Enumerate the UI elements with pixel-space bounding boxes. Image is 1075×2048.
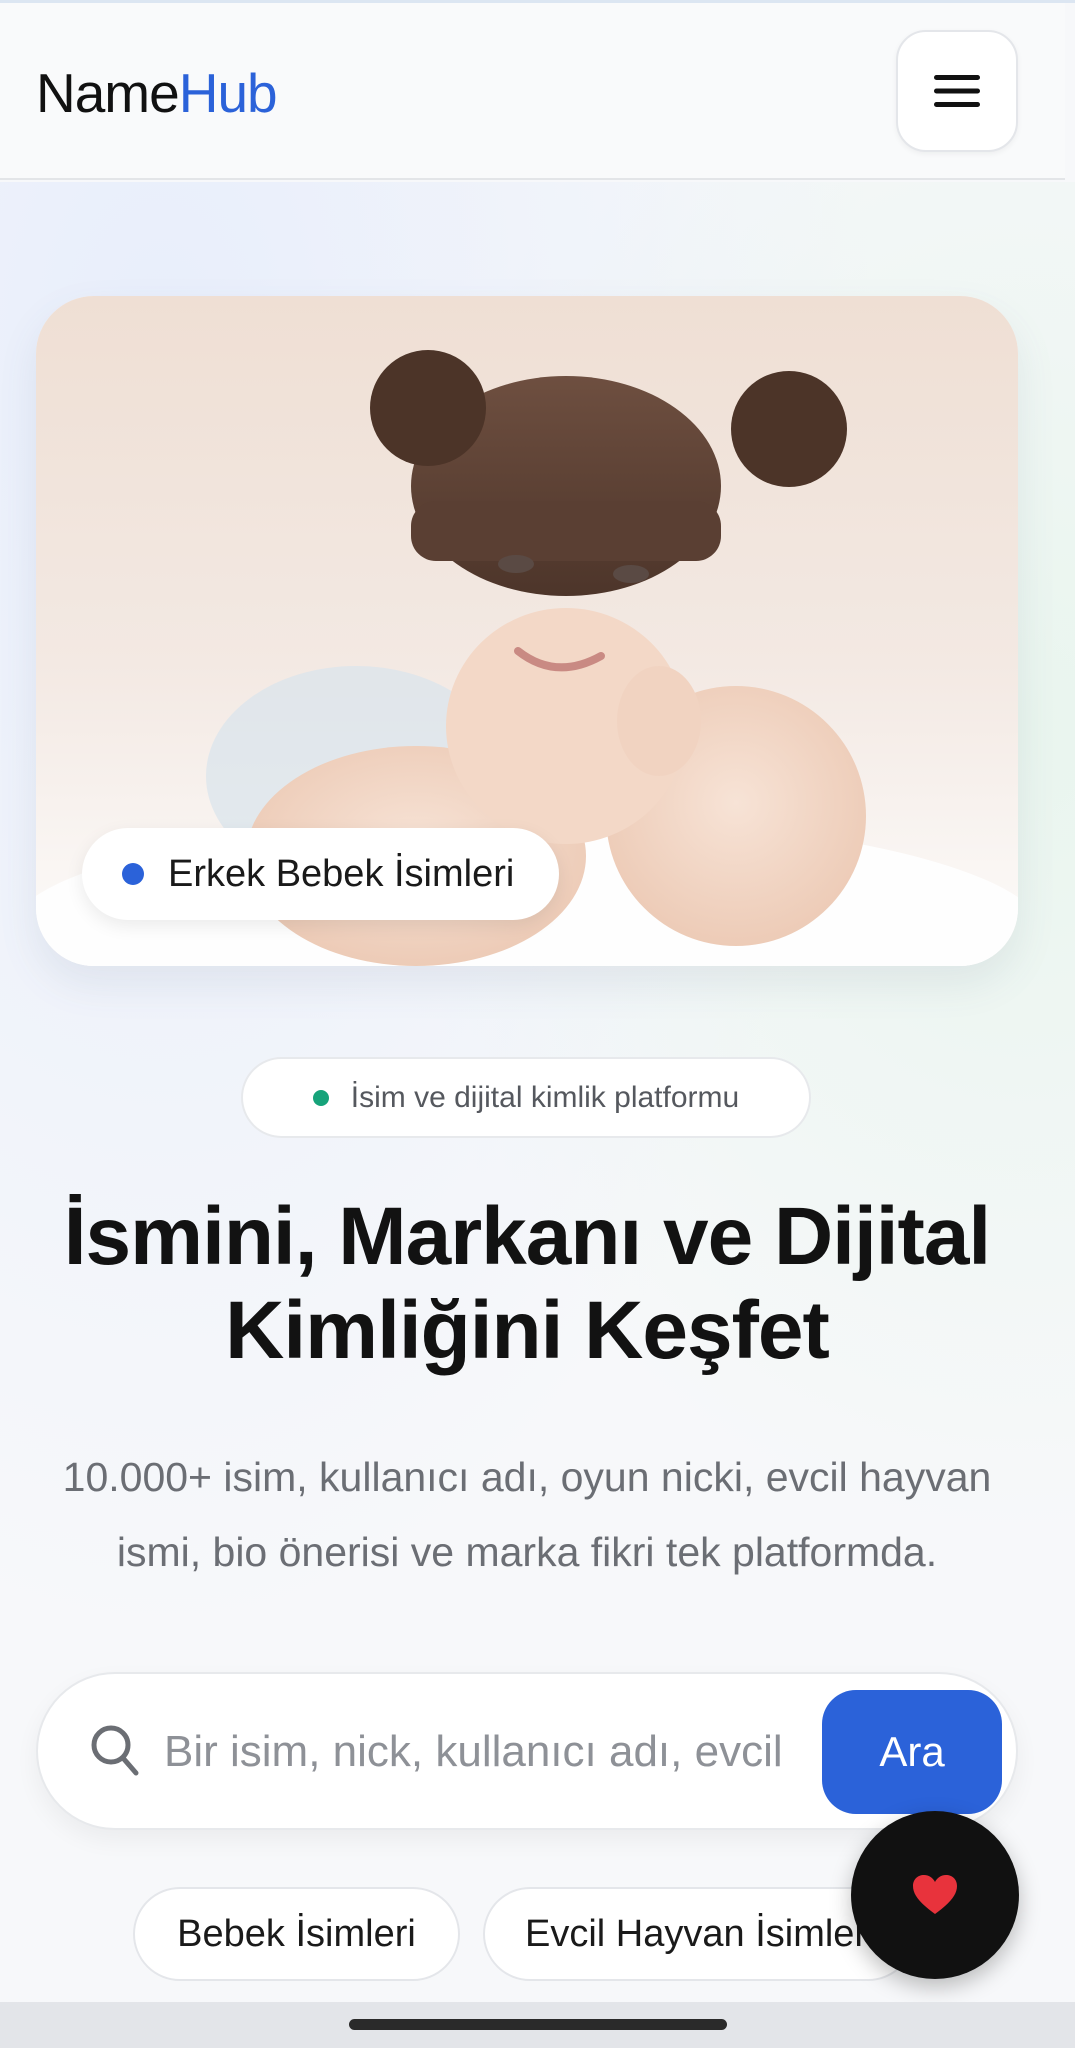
navbar: NameHub <box>0 3 1065 180</box>
badge-dot <box>122 863 144 885</box>
hero-subtitle: 10.000+ isim, kullanıcı adı, oyun nicki,… <box>62 1454 992 1575</box>
chip-baby-names[interactable]: Bebek İsimleri <box>133 1887 460 1981</box>
page-title: İsmini, Markanı ve Dijital Kimliğini Keş… <box>36 1190 1018 1378</box>
home-indicator[interactable] <box>349 2019 727 2030</box>
logo-part-hub: Hub <box>178 62 278 124</box>
status-dot <box>312 1089 329 1106</box>
search-input[interactable] <box>164 1714 804 1790</box>
menu-button[interactable] <box>896 30 1018 152</box>
platform-tag-label: İsim ve dijital kimlik platformu <box>350 1080 740 1114</box>
chip-pet-names[interactable]: Evcil Hayvan İsimleri <box>483 1887 915 1981</box>
title-line-1: İsmini, Markanı ve Dijital <box>63 1191 991 1282</box>
badge-label: Erkek Bebek İsimleri <box>168 852 515 895</box>
logo[interactable]: NameHub <box>36 61 278 125</box>
platform-tag: İsim ve dijital kimlik platformu <box>241 1057 811 1138</box>
title-line-2: Kimliğini Keşfet <box>225 1285 830 1376</box>
search-button[interactable]: Ara <box>822 1690 1002 1814</box>
logo-part-name: Name <box>36 62 180 124</box>
search-icon <box>91 1725 139 1776</box>
hero-category-badge[interactable]: Erkek Bebek İsimleri <box>82 828 559 920</box>
hamburger-menu-icon <box>934 75 980 107</box>
search-bar: Ara <box>36 1672 1018 1830</box>
favorites-button[interactable] <box>851 1811 1019 1979</box>
heart-icon <box>913 1875 957 1914</box>
